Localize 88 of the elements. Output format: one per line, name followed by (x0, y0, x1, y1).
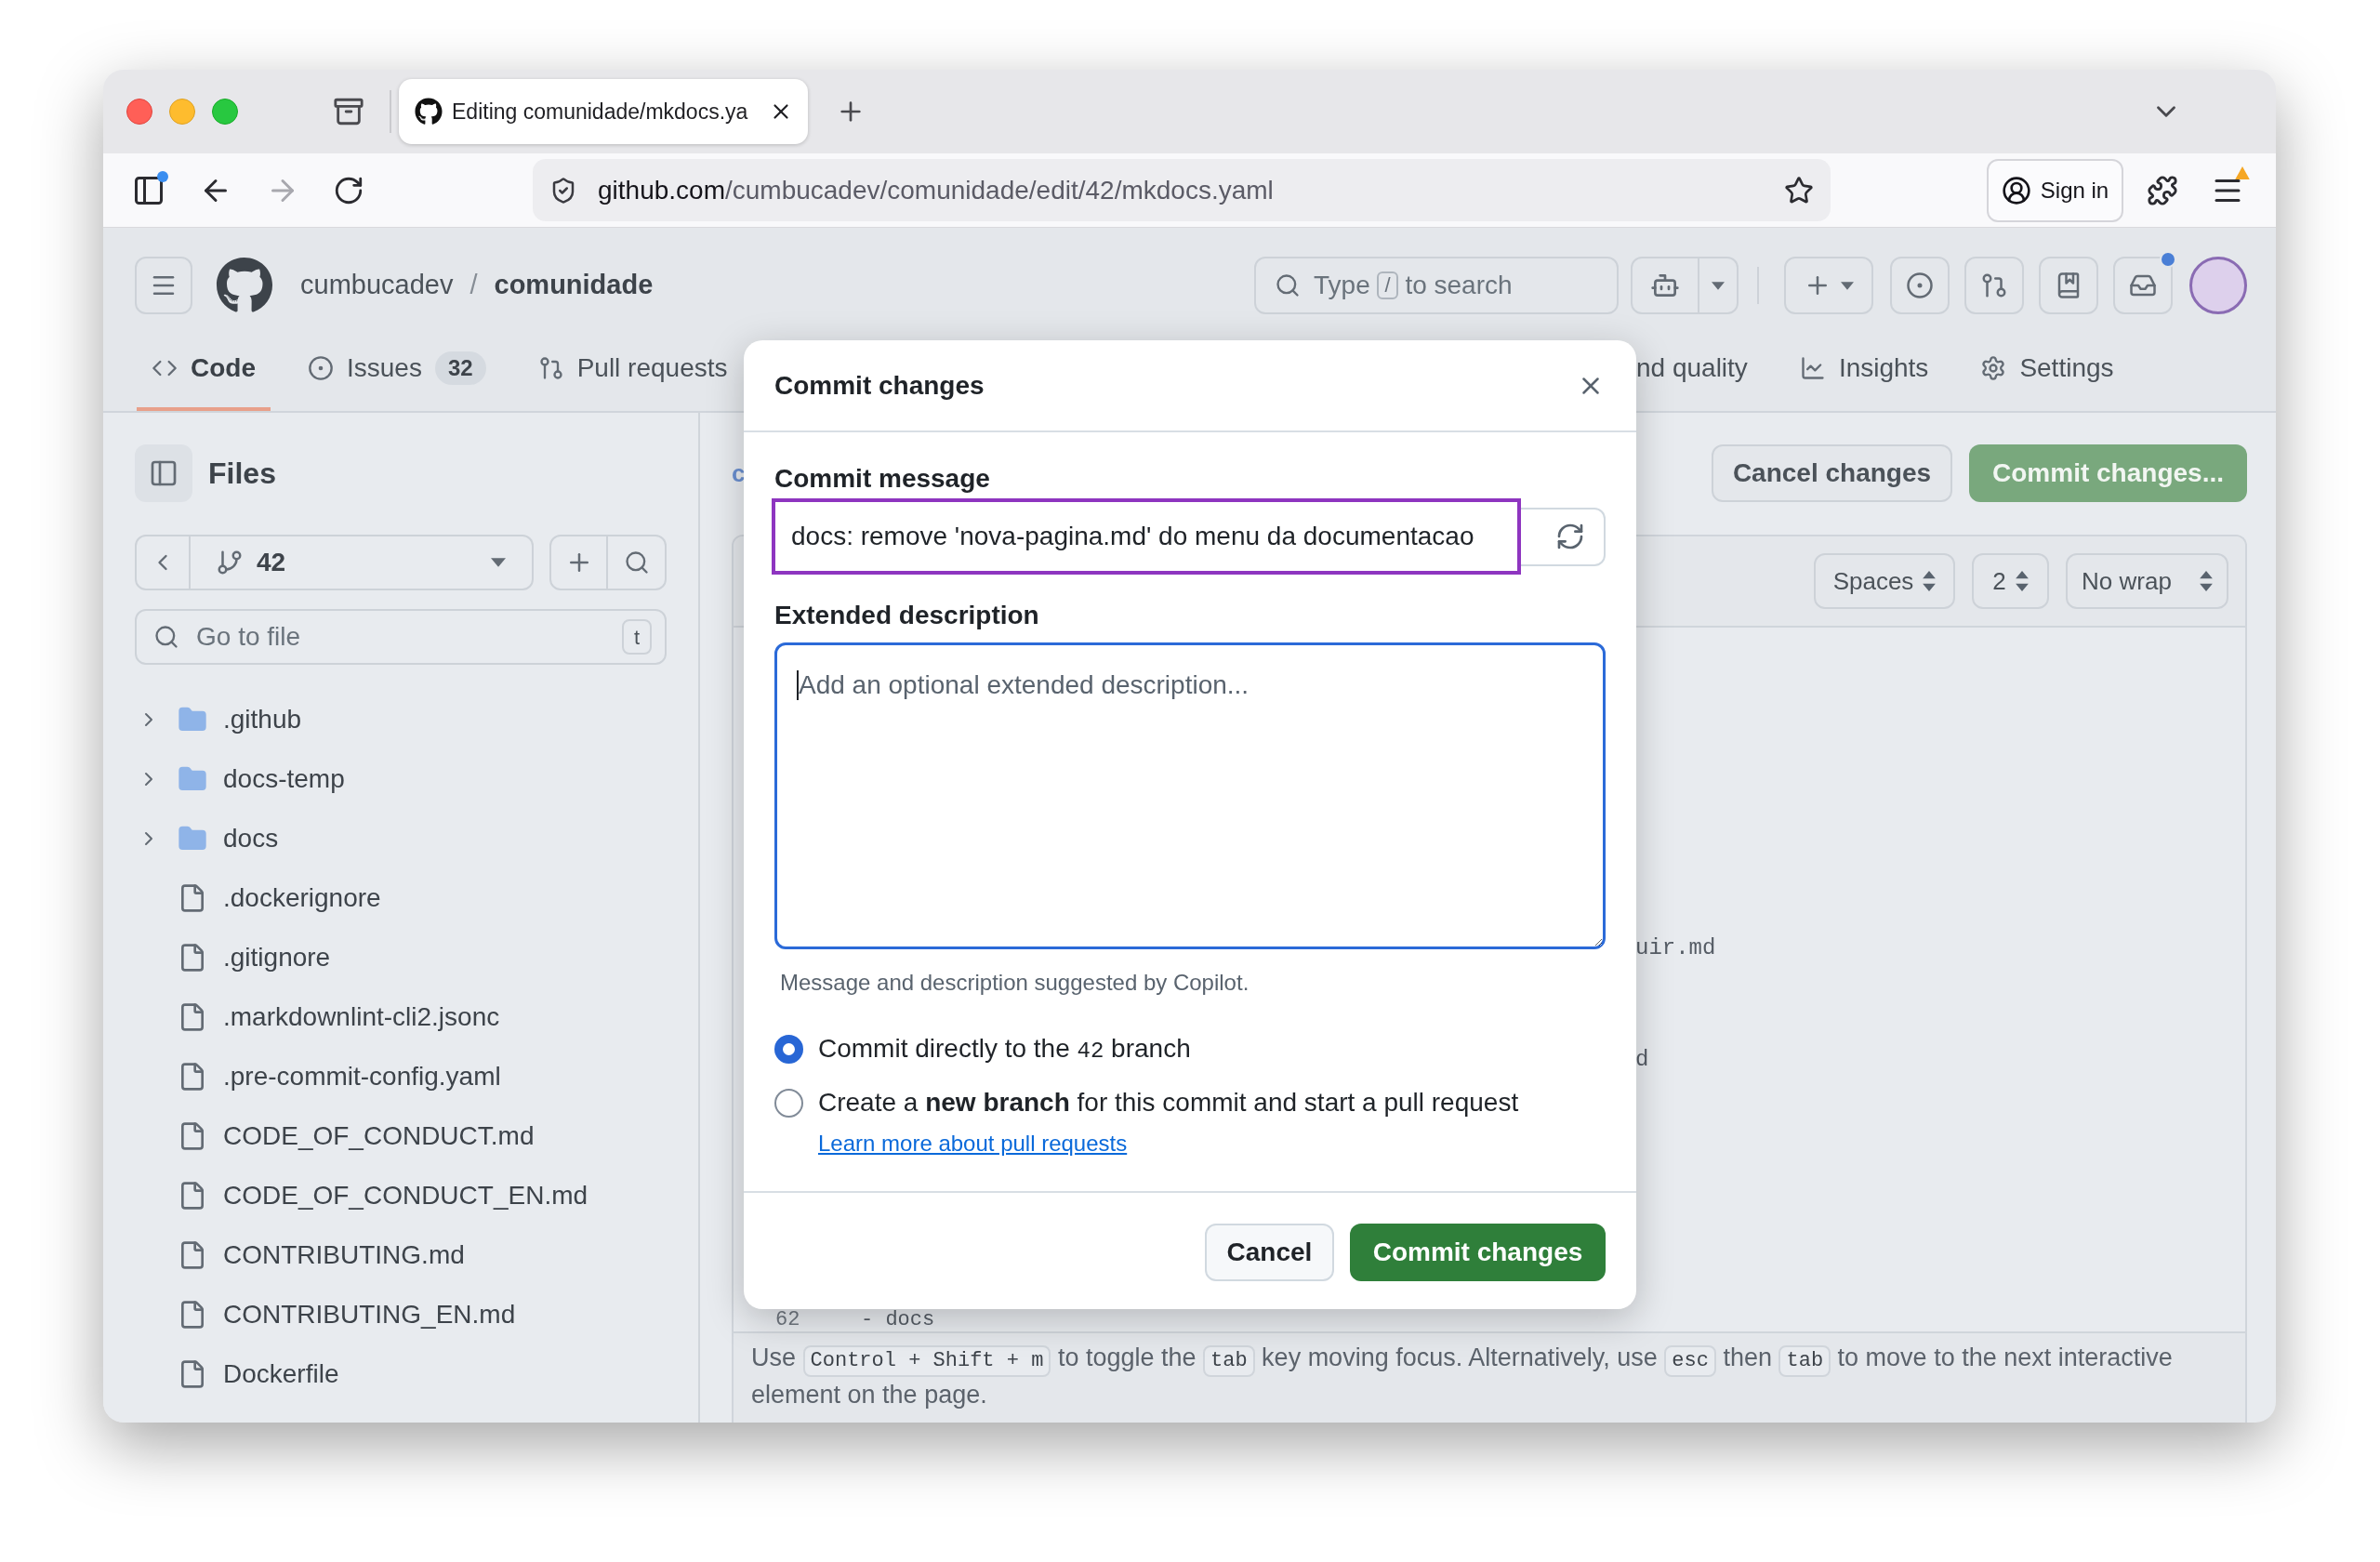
settings-icon (1980, 355, 2007, 381)
window-close-button[interactable] (126, 99, 152, 125)
pull-requests-button[interactable] (1964, 257, 2024, 314)
issues-button[interactable] (1890, 257, 1950, 314)
commit-message-field[interactable]: docs: remove 'nova-pagina.md' do menu da documentacao (772, 498, 1521, 575)
wrap-mode-select[interactable]: No wrap (2066, 553, 2228, 609)
focus-hint-text: Use Control + Shift + m to toggle the tab key moving focus. Alternatively, use esc then tab to move to the next interactive element on the page. (751, 1343, 2174, 1410)
puzzle-icon[interactable] (2147, 174, 2178, 206)
circle-dot-icon (1906, 271, 1934, 299)
create-new-button[interactable] (1784, 257, 1873, 314)
path-separator: / (469, 269, 478, 302)
user-icon (2001, 175, 2031, 205)
file-tree-item[interactable]: .pre-commit-config.yaml (135, 1057, 501, 1096)
repo-tab[interactable]: Insights (1784, 343, 1944, 411)
sidebar-icon (149, 458, 178, 488)
sidebar-title: Files (208, 456, 276, 492)
github-logo-icon (415, 98, 443, 126)
url-text: github.com/cumbucadev/comunidade/edit/42/mkdocs.yaml (598, 174, 1274, 206)
shortcut-key: t (622, 619, 652, 655)
line-chart-icon (1799, 355, 1826, 381)
regenerate-button[interactable] (1521, 507, 1606, 566)
github-logo-icon[interactable] (216, 257, 273, 314)
branch-selector[interactable]: 42 (191, 535, 534, 590)
learn-more-link[interactable]: Learn more about pull requests (818, 1128, 1128, 1159)
collapse-sidebar-button[interactable] (135, 444, 192, 502)
archive-icon[interactable] (333, 96, 364, 127)
sort-arrows-icon (2199, 571, 2213, 591)
caret-icon (1841, 281, 1854, 290)
file-tree-item[interactable]: docs (135, 819, 279, 858)
circle-dot-icon (308, 355, 334, 381)
repo-tab[interactable]: Pull requests (522, 343, 743, 411)
indent-mode-select[interactable]: Spaces (1814, 553, 1955, 609)
file-tree-item[interactable]: docs-temp (135, 760, 345, 799)
file-tree-item[interactable]: CONTRIBUTING.md (135, 1236, 465, 1275)
code-text: uir.md (1635, 937, 1716, 960)
file-tree-item[interactable]: CODE_OF_CONDUCT_EN.md (135, 1176, 588, 1215)
cancel-changes-button[interactable]: Cancel changes (1712, 444, 1952, 502)
dialog-title: Commit changes (774, 369, 985, 402)
sort-arrows-icon (1923, 571, 1937, 591)
repo-tab[interactable]: Issues 32 (293, 343, 501, 411)
file-tree-item[interactable]: CODE_OF_CONDUCT.md (135, 1117, 535, 1156)
file-tree-item[interactable]: CONTRIBUTING_EN.md (135, 1295, 516, 1334)
radio-button[interactable] (774, 1034, 803, 1064)
pull-request-icon (1980, 271, 2008, 299)
sign-in-button[interactable]: Sign in (1987, 158, 2123, 222)
search-button[interactable] (608, 535, 667, 590)
code-text: d (1635, 1049, 1649, 1071)
cancel-button[interactable]: Cancel (1205, 1224, 1334, 1281)
search-icon (623, 549, 650, 576)
count-badge: 32 (434, 351, 486, 385)
window-zoom-button[interactable] (212, 99, 238, 125)
file-tree-item[interactable]: .dockerignore (135, 879, 381, 918)
search-icon (153, 624, 179, 650)
browser-tab[interactable]: Editing comunidade/mkdocs.ya (399, 79, 808, 144)
repositories-button[interactable] (2039, 257, 2098, 314)
search-icon (1275, 272, 1301, 298)
refresh-icon (1555, 522, 1585, 551)
line-number: 62 (775, 1310, 801, 1330)
caret-icon (1712, 281, 1725, 290)
pull-request-icon (537, 355, 564, 381)
radio-label[interactable]: Create a new branch for this commit and start a pull request (818, 1083, 1519, 1122)
repo-tab[interactable]: nd quality (1636, 343, 1763, 411)
field-label: Extended description (774, 600, 1040, 631)
radio-button[interactable] (774, 1088, 803, 1118)
indent-size-select[interactable]: 2 (1972, 553, 2049, 609)
caret-icon (491, 558, 506, 567)
owner-link[interactable]: cumbucadev (300, 265, 454, 306)
text-cursor (797, 670, 799, 700)
repo-link[interactable]: comunidade (494, 265, 654, 306)
menu-button[interactable] (135, 257, 192, 314)
file-tree-item[interactable]: .github (135, 700, 302, 739)
file-tree-item[interactable]: .gitignore (135, 938, 331, 977)
star-icon[interactable] (1784, 175, 1814, 205)
repo-tab[interactable]: Settings (1965, 343, 2129, 411)
search-field[interactable]: Type / to search (1254, 257, 1619, 314)
sort-arrows-icon (2015, 571, 2029, 591)
suggestion-note: Message and description suggested by Copilot. (779, 969, 1250, 997)
file-tree-item[interactable]: .markdownlint-cli2.jsonc (135, 998, 500, 1037)
field-label: Commit message (774, 463, 991, 495)
file-tree-item[interactable]: Dockerfile (135, 1355, 339, 1394)
description-field[interactable]: Add an optional extended description... (774, 642, 1606, 949)
address-bar[interactable]: github.com/cumbucadev/comunidade/edit/42/mkdocs.yaml (533, 159, 1831, 221)
branch-icon (216, 549, 244, 576)
assistant-menu-button[interactable] (1699, 257, 1739, 314)
code-text: - docs (861, 1310, 935, 1330)
assistant-button[interactable] (1631, 257, 1699, 314)
commit-changes-button[interactable]: Commit changes (1350, 1224, 1606, 1281)
radio-label[interactable]: Commit directly to the 42 branch (818, 1029, 1191, 1068)
